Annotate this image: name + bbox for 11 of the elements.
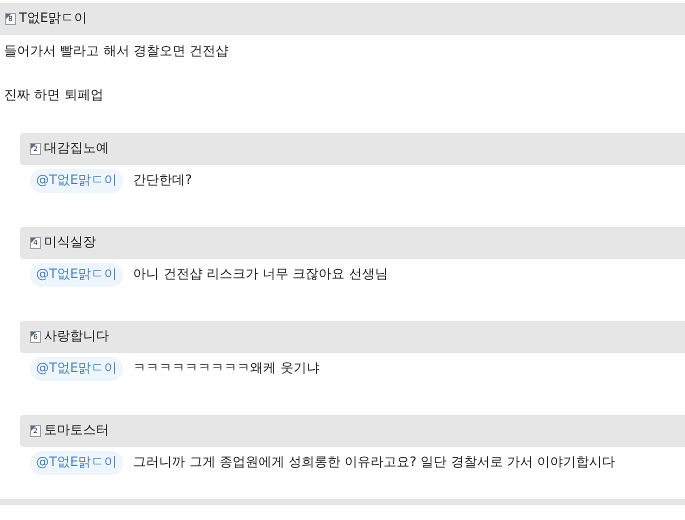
author-name[interactable]: 사랑합니다 — [44, 327, 109, 347]
author-name[interactable]: 대감집노예 — [44, 139, 109, 159]
reply-text: 그러니까 그게 종업원에게 성희롱한 이유라고요? 일단 경찰서로 가서 이야기합시다 — [133, 454, 616, 472]
post-text: 들어가서 빨라고 해서 경찰오면 건전샵 — [4, 43, 230, 61]
reply-text: 아니 건전샵 리스크가 너무 크잖아요 선생님 — [133, 266, 388, 284]
author-name[interactable]: T없E맑ㄷ이 — [19, 9, 88, 29]
reply-text: ㅋㅋㅋㅋㅋㅋㅋㅋㅋ왜케 웃기냐 — [133, 360, 320, 378]
author-name[interactable]: 미식실장 — [44, 233, 96, 253]
post-text: 진짜 하면 퇴페업 — [4, 87, 104, 105]
reply-text: 간단한데? — [133, 172, 192, 190]
author-name[interactable]: 토마토스터 — [44, 421, 109, 441]
